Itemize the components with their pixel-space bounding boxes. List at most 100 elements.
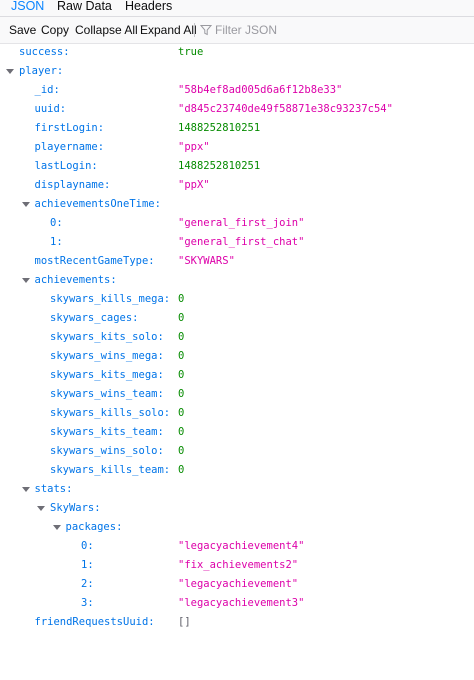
json-key: skywars_cages: bbox=[50, 312, 139, 324]
json-value: 0 bbox=[178, 293, 185, 305]
json-value: 0 bbox=[178, 445, 185, 457]
tab-json[interactable]: JSON bbox=[11, 0, 44, 16]
json-value: 0 bbox=[178, 464, 185, 476]
json-value: "legacyachievement3" bbox=[178, 597, 305, 609]
json-key: success: bbox=[19, 46, 70, 58]
json-row[interactable]: stats: bbox=[0, 480, 474, 499]
json-row: success: true bbox=[0, 43, 474, 62]
json-row: skywars_wins_solo: 0 bbox=[0, 442, 474, 461]
json-key: player: bbox=[19, 65, 64, 77]
json-key: skywars_wins_team: bbox=[50, 388, 164, 400]
json-key: uuid: bbox=[34, 103, 67, 115]
copy-button[interactable]: Copy bbox=[41, 22, 69, 38]
json-row: skywars_cages: 0 bbox=[0, 309, 474, 328]
triangle-down-icon[interactable] bbox=[21, 278, 30, 283]
json-row: firstLogin: 1488252810251 bbox=[0, 119, 474, 138]
json-row: 0: "legacyachievement4" bbox=[0, 537, 474, 556]
json-row[interactable]: SkyWars: bbox=[0, 499, 474, 518]
json-key: skywars_kills_mega: bbox=[50, 293, 171, 305]
json-row: skywars_wins_team: 0 bbox=[0, 385, 474, 404]
json-value: "legacyachievement" bbox=[178, 578, 299, 590]
json-key: _id: bbox=[34, 84, 60, 96]
filter-box[interactable] bbox=[200, 21, 460, 39]
json-key: skywars_kits_mega: bbox=[50, 369, 164, 381]
json-value: 0 bbox=[178, 312, 185, 324]
json-value: "legacyachievement4" bbox=[178, 540, 305, 552]
json-value: 0 bbox=[178, 388, 185, 400]
expand-all-button[interactable]: Expand All bbox=[140, 22, 197, 38]
json-key: achievementsOneTime: bbox=[34, 198, 161, 210]
tab-raw-data[interactable]: Raw Data bbox=[57, 0, 112, 16]
triangle-down-icon[interactable] bbox=[37, 506, 45, 511]
json-value: "d845c23740de49f58871e38c93237c54" bbox=[178, 103, 393, 115]
json-row: skywars_kits_mega: 0 bbox=[0, 366, 474, 385]
json-key: 2: bbox=[81, 578, 94, 590]
collapse-all-button[interactable]: Collapse All bbox=[75, 22, 138, 38]
json-row: skywars_kills_solo: 0 bbox=[0, 404, 474, 423]
json-key: friendRequestsUuid: bbox=[34, 616, 155, 628]
filter-funnel-icon bbox=[200, 25, 212, 36]
json-value: 0 bbox=[178, 350, 185, 362]
json-key: 3: bbox=[81, 597, 94, 609]
toolbar-divider bbox=[194, 23, 195, 37]
json-value: "general_first_chat" bbox=[178, 236, 305, 248]
json-row: 1: "general_first_chat" bbox=[0, 233, 474, 252]
json-row: skywars_wins_mega: 0 bbox=[0, 347, 474, 366]
json-key: skywars_kills_solo: bbox=[50, 407, 171, 419]
json-row: 2: "legacyachievement" bbox=[0, 575, 474, 594]
json-key: 1: bbox=[81, 559, 94, 571]
json-value: 0 bbox=[178, 426, 185, 438]
triangle-down-icon[interactable] bbox=[6, 69, 14, 74]
json-row: _id: "58b4ef8ad005d6a6f12b8e33" bbox=[0, 81, 474, 100]
save-button[interactable]: Save bbox=[9, 22, 36, 38]
json-key: SkyWars: bbox=[50, 502, 101, 514]
filter-json-input[interactable] bbox=[215, 21, 455, 39]
json-row: skywars_kits_team: 0 bbox=[0, 423, 474, 442]
triangle-down-icon[interactable] bbox=[21, 202, 30, 207]
json-value: "ppx" bbox=[178, 141, 210, 153]
json-key: 1: bbox=[50, 236, 63, 248]
json-value: 0 bbox=[178, 331, 185, 343]
json-key: firstLogin: bbox=[34, 122, 105, 134]
json-key: playername: bbox=[34, 141, 105, 153]
json-value: "SKYWARS" bbox=[178, 255, 235, 267]
json-row: 0: "general_first_join" bbox=[0, 214, 474, 233]
json-row[interactable]: achievements: bbox=[0, 271, 474, 290]
json-key: lastLogin: bbox=[34, 160, 98, 172]
json-row: friendRequestsUuid: [] bbox=[0, 613, 474, 632]
json-key: 0: bbox=[81, 540, 94, 552]
json-value: 1488252810251 bbox=[178, 160, 261, 172]
json-row: mostRecentGameType: "SKYWARS" bbox=[0, 252, 474, 271]
json-row: skywars_kits_solo: 0 bbox=[0, 328, 474, 347]
tab-headers[interactable]: Headers bbox=[125, 0, 172, 16]
toolbar: Save Copy Collapse All Expand All bbox=[0, 17, 474, 44]
json-value: 1488252810251 bbox=[178, 122, 261, 134]
json-row: 3: "legacyachievement3" bbox=[0, 594, 474, 613]
triangle-down-icon[interactable] bbox=[52, 525, 61, 530]
json-row: 1: "fix_achievements2" bbox=[0, 556, 474, 575]
json-value: "58b4ef8ad005d6a6f12b8e33" bbox=[178, 84, 343, 96]
json-key: skywars_wins_solo: bbox=[50, 445, 164, 457]
json-key: 0: bbox=[50, 217, 63, 229]
json-value: true bbox=[178, 46, 204, 58]
json-row: skywars_kills_mega: 0 bbox=[0, 290, 474, 309]
json-row: displayname: "ppX" bbox=[0, 176, 474, 195]
json-value: 0 bbox=[178, 407, 185, 419]
json-key: stats: bbox=[34, 483, 73, 495]
triangle-down-icon[interactable] bbox=[21, 487, 30, 492]
json-row: uuid: "d845c23740de49f58871e38c93237c54" bbox=[0, 100, 474, 119]
tab-bar: JSON Raw Data Headers bbox=[0, 0, 474, 17]
json-value: "fix_achievements2" bbox=[178, 559, 299, 571]
json-key: displayname: bbox=[34, 179, 111, 191]
json-row[interactable]: player: bbox=[0, 62, 474, 81]
json-row[interactable]: achievementsOneTime: bbox=[0, 195, 474, 214]
json-key: skywars_kits_solo: bbox=[50, 331, 164, 343]
json-value: "general_first_join" bbox=[178, 217, 305, 229]
json-value: "ppX" bbox=[178, 179, 210, 191]
json-key: packages: bbox=[65, 521, 123, 533]
json-key: skywars_wins_mega: bbox=[50, 350, 164, 362]
json-row: skywars_kills_team: 0 bbox=[0, 461, 474, 480]
json-key: skywars_kits_team: bbox=[50, 426, 164, 438]
json-row[interactable]: packages: bbox=[0, 518, 474, 537]
json-row: playername: "ppx" bbox=[0, 138, 474, 157]
